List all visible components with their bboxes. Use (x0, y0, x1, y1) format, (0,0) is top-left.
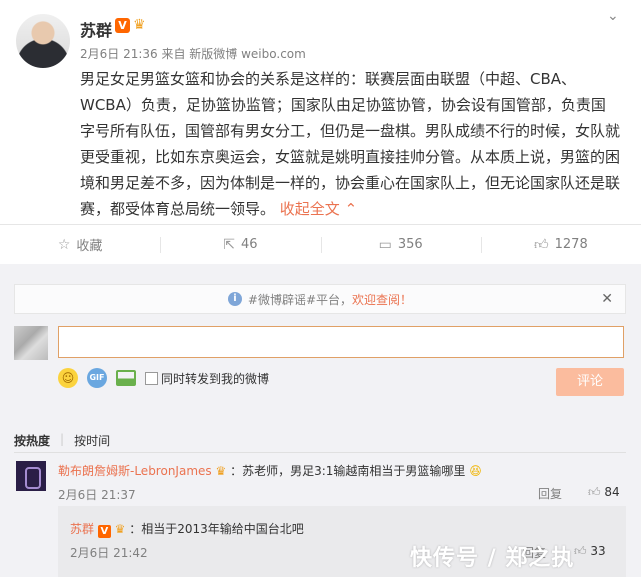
gif-icon[interactable]: GIF (87, 368, 107, 388)
notice-link[interactable]: 欢迎查阅！ (352, 291, 412, 308)
comment-count: 356 (397, 237, 423, 252)
comment-like-button[interactable]: 👍︎ 84 (588, 485, 620, 500)
comment-section: i #微博辟谣#平台， 欢迎查阅！ ✕ ☺ GIF 同时转发到我的微博 评论 按… (0, 264, 641, 577)
verified-badge: V (97, 525, 111, 538)
post-action-bar: ☆ 收藏 ⇱ 46 ▭ 356 👍︎ 1278 (0, 224, 641, 264)
author-name[interactable]: 苏群 (80, 17, 112, 41)
image-icon[interactable] (116, 370, 136, 386)
verified-badge: V (115, 18, 130, 33)
commenter-name[interactable]: 勒布朗詹姆斯-LebronJames (58, 464, 212, 478)
crown-icon: ♛ (215, 464, 227, 478)
submit-comment-button[interactable]: 评论 (556, 368, 624, 396)
sort-divider: | (60, 432, 65, 446)
favorite-label: 收藏 (76, 239, 103, 254)
thumbs-up-icon: 👍︎ (534, 237, 549, 253)
collapse-label: 收起全文 (279, 200, 340, 218)
sub-reply-time: 2月6日 21:42 (70, 546, 148, 560)
emoji-icon[interactable]: ☺ (58, 368, 78, 388)
post-meta: 2月6日 21:36 来自 新版微博 weibo.com (80, 47, 306, 61)
watermark: 快传号 / 郑之执 (410, 546, 575, 571)
favorite-button[interactable]: ☆ 收藏 (0, 225, 160, 264)
post-content: 男足女足男篮女篮和协会的关系是这样的：联赛层面由联盟（中超、CBA、WCBA）负… (80, 66, 620, 222)
comment-input[interactable] (58, 326, 624, 358)
like-button[interactable]: 👍︎ 1278 (480, 225, 641, 264)
crown-icon: ♛ (133, 17, 146, 33)
commenter-avatar[interactable] (16, 461, 46, 491)
rumor-notice-bar: i #微博辟谣#平台， 欢迎查阅！ ✕ (14, 284, 626, 314)
repost-button[interactable]: ⇱ 46 (160, 225, 320, 264)
star-icon: ☆ (57, 236, 71, 253)
current-user-avatar (14, 326, 48, 360)
repost-icon: ⇱ (223, 236, 235, 253)
thumbs-up-icon: 👍︎ (588, 485, 601, 499)
weibo-post: 苏群 V ♛ ⌄ 2月6日 21:36 来自 新版微博 weibo.com 男足… (0, 0, 641, 228)
thumbs-up-icon: 👍︎ (574, 544, 587, 558)
comment-like-count: 84 (604, 485, 620, 499)
comment-item: 勒布朗詹姆斯-LebronJames ♛ ：苏老师，男足3:1输越南相当于男篮输… (58, 462, 482, 479)
comment-text: ：苏老师，男足3:1输越南相当于男篮输哪里 (230, 464, 466, 478)
collapse-full-text-link[interactable]: 收起全文 ⌃ (280, 200, 357, 218)
comment-sort-tabs: 按热度 | 按时间 (14, 432, 110, 449)
crown-icon: ♛ (114, 522, 126, 536)
comment-toolbar: ☺ GIF 同时转发到我的微博 (58, 368, 269, 388)
tab-sort-by-heat[interactable]: 按热度 (14, 432, 50, 449)
post-text: 男足女足男篮女篮和协会的关系是这样的：联赛层面由联盟（中超、CBA、WCBA）负… (80, 70, 621, 218)
more-chevron-down-icon[interactable]: ⌄ (607, 8, 619, 24)
laughing-emoji-icon: 😆︎ (469, 464, 482, 478)
like-count: 1278 (554, 237, 588, 252)
sub-reply-text: ：相当于2013年输给中国台北吧 (129, 522, 304, 536)
reply-button[interactable]: 回复 (538, 485, 562, 502)
repost-checkbox-label: 同时转发到我的微博 (161, 371, 270, 386)
sub-reply-like-count: 33 (590, 544, 606, 558)
comment-icon: ▭ (378, 236, 392, 253)
chevron-up-icon: ⌃ (344, 200, 358, 218)
tab-sort-by-time[interactable]: 按时间 (74, 432, 110, 449)
divider (14, 452, 626, 453)
info-icon: i (227, 292, 242, 306)
sub-reply-like-button[interactable]: 👍︎ 33 (574, 544, 606, 559)
author-avatar[interactable] (16, 14, 70, 68)
comment-time: 2月6日 21:37 (58, 488, 136, 502)
sub-reply-line: 苏群 V ♛ ：相当于2013年输给中国台北吧 (70, 520, 304, 538)
close-icon[interactable]: ✕ (601, 291, 613, 307)
repost-count: 46 (240, 237, 258, 252)
repost-checkbox[interactable] (145, 371, 158, 385)
comment-button[interactable]: ▭ 356 (320, 225, 481, 264)
sub-reply-user[interactable]: 苏群 (70, 522, 94, 536)
notice-topic: #微博辟谣#平台， (247, 292, 353, 307)
